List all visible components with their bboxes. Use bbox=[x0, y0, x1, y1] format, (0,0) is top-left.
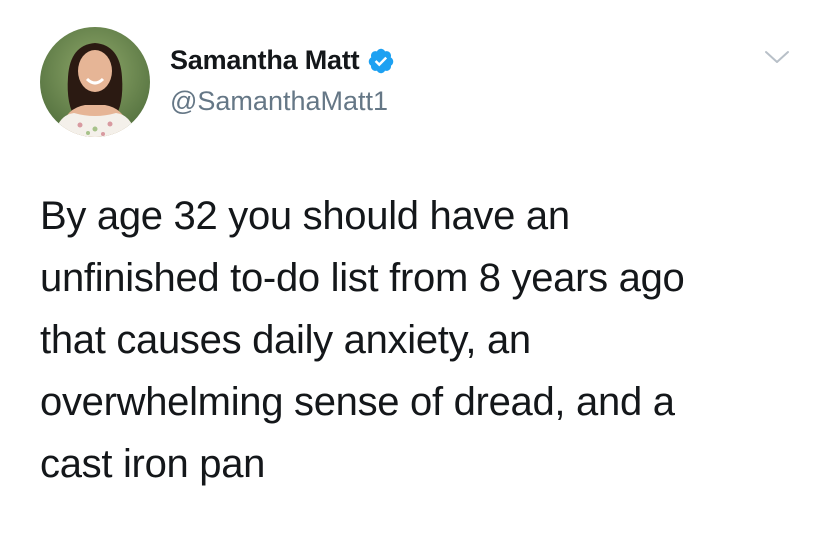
tweet-text-line: unfinished to-do list from 8 years ago bbox=[40, 256, 685, 300]
verified-badge-icon bbox=[367, 47, 395, 75]
chevron-down-icon[interactable] bbox=[762, 47, 792, 67]
tweet-text-line: overwhelming sense of dread, and a bbox=[40, 380, 675, 424]
author-display-name[interactable]: Samantha Matt bbox=[170, 45, 360, 76]
avatar[interactable] bbox=[40, 27, 150, 137]
author-handle[interactable]: @SamanthaMatt1 bbox=[170, 86, 388, 117]
tweet-text-line: cast iron pan bbox=[40, 442, 266, 486]
tweet-card: Samantha Matt @SamanthaMatt1 By age 32 y… bbox=[0, 0, 828, 542]
tweet-text: By age 32 you should have an unfinished … bbox=[40, 185, 800, 495]
tweet-text-line: By age 32 you should have an bbox=[40, 194, 570, 238]
avatar-photo bbox=[40, 27, 150, 137]
author-name-row: Samantha Matt bbox=[170, 45, 395, 76]
tweet-text-line: that causes daily anxiety, an bbox=[40, 318, 531, 362]
